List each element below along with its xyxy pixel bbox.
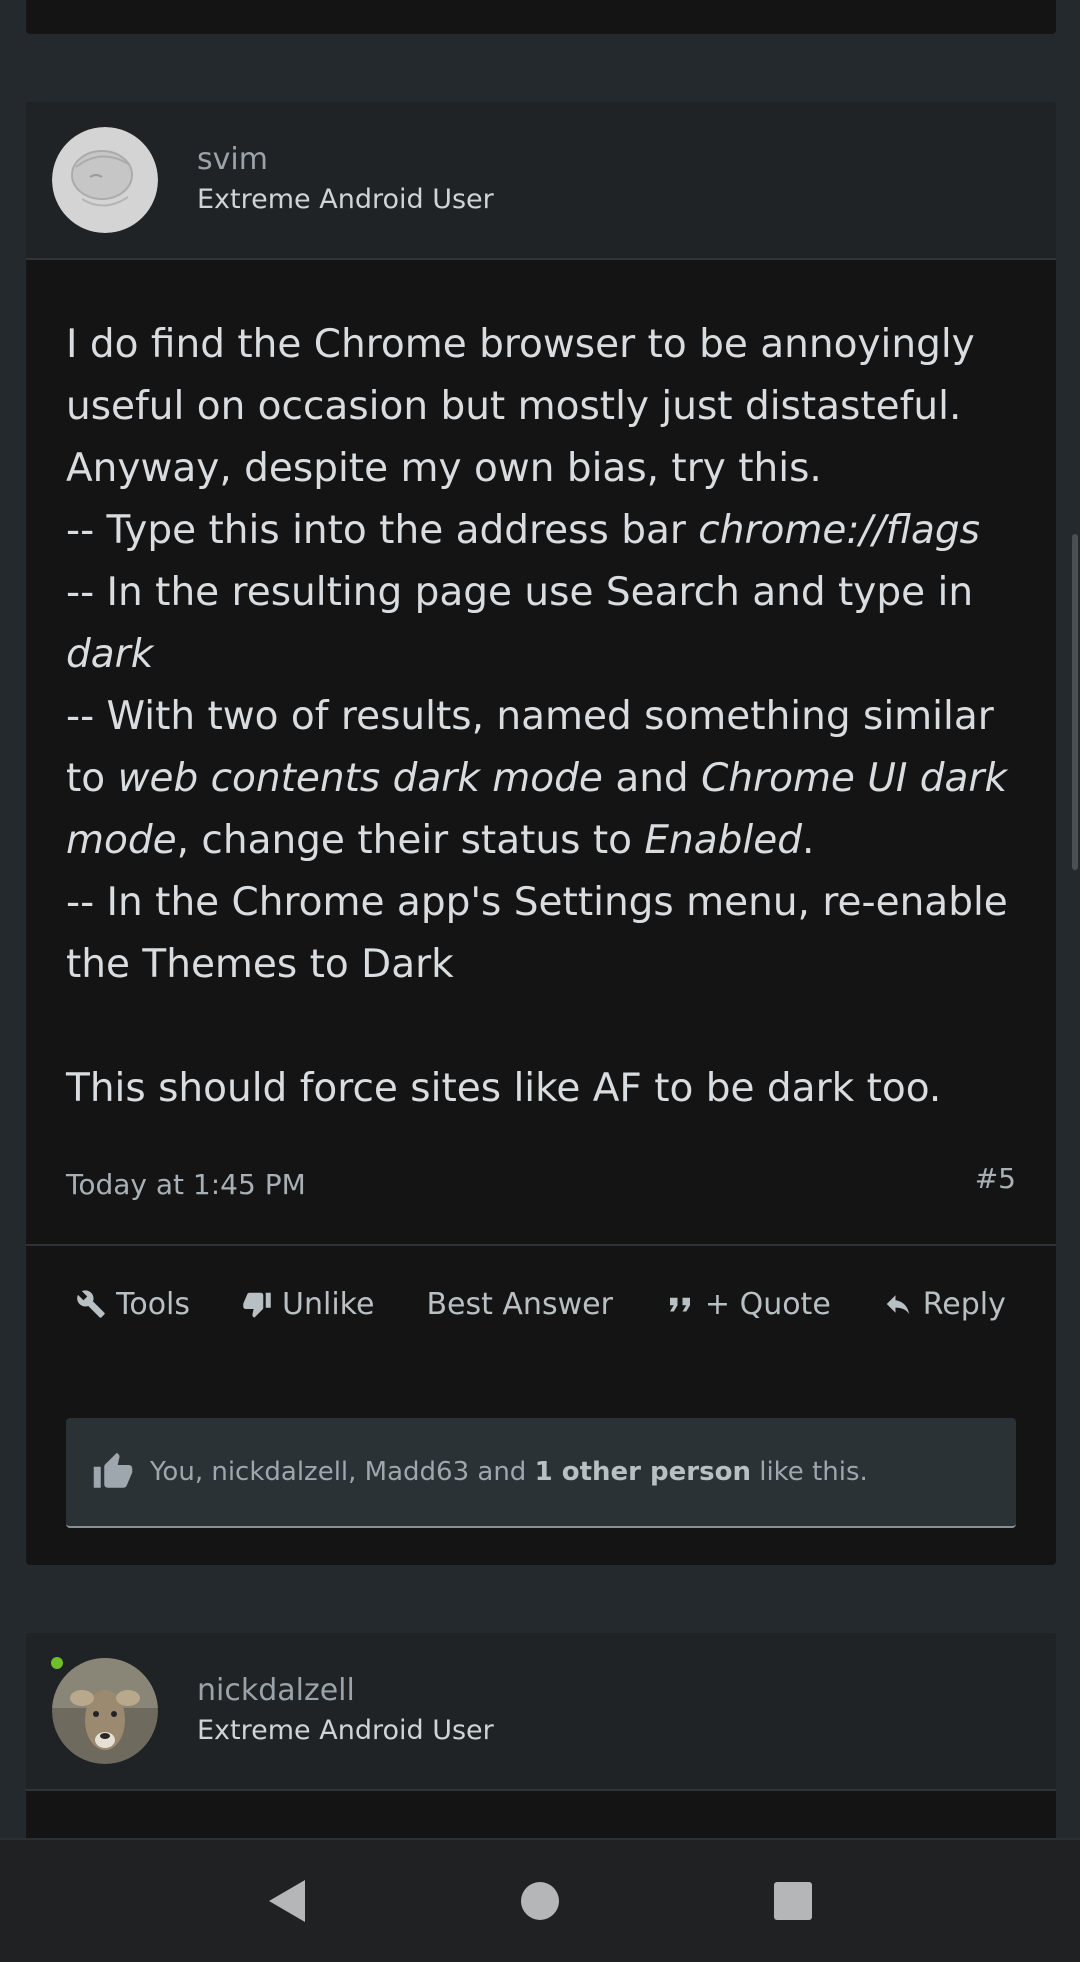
body-italic: mode — [66, 818, 177, 863]
back-icon — [268, 1880, 305, 1922]
likes-summary: You, nickdalzell, Madd63 and 1 other per… — [66, 1418, 1016, 1528]
post-svim: svim Extreme Android User I do find the … — [26, 102, 1056, 1565]
quote-button[interactable]: + Quote — [639, 1280, 857, 1328]
quote-icon — [669, 1297, 690, 1312]
body-italic: Chrome UI dark — [701, 756, 1008, 801]
body-italic: chrome://flags — [698, 508, 980, 553]
timestamp[interactable]: Today at 1:45 PM — [66, 1168, 306, 1201]
body-line: This should force sites like AF to be da… — [66, 1066, 942, 1111]
body-text: , change their status to — [176, 818, 645, 863]
wrench-icon — [77, 1290, 105, 1318]
likes-suffix: like this. — [750, 1457, 868, 1487]
body-text: -- Type this into the address bar — [66, 508, 699, 553]
home-icon — [520, 1882, 559, 1920]
divider — [26, 1244, 1056, 1246]
unlike-button[interactable]: Unlike — [216, 1280, 400, 1328]
body-line: useful on occasion but mostly just dista… — [66, 384, 962, 429]
post-header: nickdalzell Extreme Android User — [26, 1633, 1056, 1791]
tools-label: Tools — [116, 1286, 191, 1322]
username[interactable]: svim — [197, 142, 268, 177]
body-line: the Themes to Dark — [66, 942, 454, 987]
page: svim Extreme Android User I do find the … — [0, 0, 1080, 1962]
body-italic: web contents dark mode — [117, 756, 603, 801]
post-header: svim Extreme Android User — [26, 102, 1056, 260]
tools-button[interactable]: Tools — [50, 1280, 216, 1328]
body-line: dark — [66, 624, 1026, 686]
username[interactable]: nickdalzell — [197, 1673, 355, 1708]
online-status-dot — [49, 1655, 65, 1671]
reply-button[interactable]: Reply — [857, 1280, 1032, 1328]
best-answer-button[interactable]: Best Answer — [400, 1280, 638, 1328]
recents-icon — [774, 1882, 813, 1920]
post-body: I do find the Chrome browser to be annoy… — [66, 314, 1026, 1120]
body-text: . — [802, 818, 815, 863]
body-italic: dark — [66, 632, 154, 677]
reply-label: Reply — [922, 1286, 1006, 1322]
unlike-label: Unlike — [282, 1286, 375, 1322]
post-actions: Tools Unlike Best Answer + Quote Reply — [26, 1280, 1056, 1328]
body-line: -- Type this into the address bar chrome… — [66, 500, 1026, 562]
likes-text[interactable]: You, nickdalzell, Madd63 and 1 other per… — [150, 1457, 868, 1487]
body-text: to — [66, 756, 118, 801]
thumbs-up-icon — [93, 1452, 133, 1488]
body-text: and — [602, 756, 702, 801]
likes-other-person[interactable]: 1 other person — [535, 1457, 751, 1487]
previous-post-tail — [26, 0, 1056, 34]
user-title: Extreme Android User — [197, 1715, 494, 1746]
quote-label: + Quote — [704, 1286, 831, 1322]
system-nav-bar — [0, 1838, 1080, 1962]
body-line: -- In the Chrome app's Settings menu, re… — [66, 880, 1008, 925]
post-number-link[interactable]: #5 — [975, 1162, 1016, 1195]
back-button[interactable] — [257, 1871, 317, 1931]
best-answer-label: Best Answer — [426, 1286, 613, 1322]
avatar[interactable] — [52, 127, 158, 233]
reply-icon — [886, 1295, 910, 1314]
user-title: Extreme Android User — [197, 184, 494, 215]
avatar[interactable] — [52, 1658, 158, 1764]
body-line: I do find the Chrome browser to be annoy… — [66, 322, 975, 367]
likes-prefix: You, nickdalzell, Madd63 and — [150, 1457, 535, 1487]
body-line: -- With two of results, named something … — [66, 694, 994, 739]
thumbs-down-icon — [243, 1292, 271, 1318]
body-line: Anyway, despite my own bias, try this. — [66, 446, 822, 491]
recents-button[interactable] — [763, 1871, 823, 1931]
home-button[interactable] — [510, 1871, 570, 1931]
post-meta: Today at 1:45 PM #5 — [66, 1162, 1016, 1202]
body-line: -- In the resulting page use Search and … — [66, 570, 974, 615]
body-italic: Enabled — [644, 818, 802, 863]
body-line: to web contents dark mode and Chrome UI … — [66, 748, 1026, 810]
body-line: mode, change their status to Enabled. — [66, 810, 1026, 872]
scrollbar[interactable] — [1072, 534, 1078, 870]
